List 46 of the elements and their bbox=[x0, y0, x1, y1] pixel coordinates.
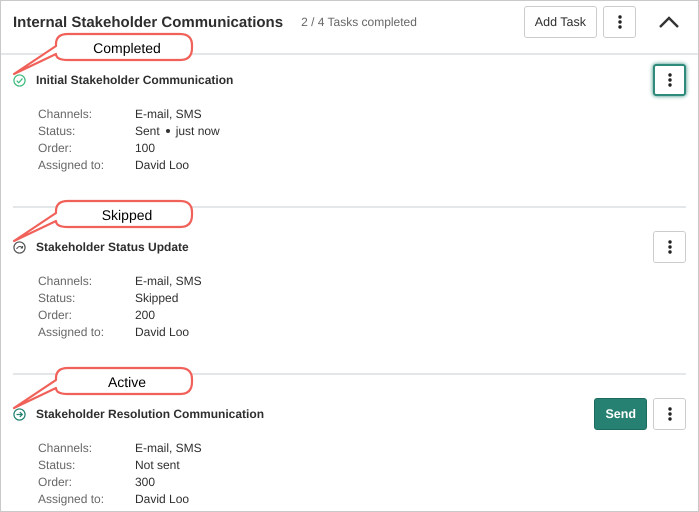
field-label: Order: bbox=[38, 474, 74, 490]
task-title: Stakeholder Resolution Communication bbox=[36, 407, 264, 421]
separator-dot bbox=[166, 129, 170, 133]
field-value: E-mail, SMS bbox=[135, 106, 202, 122]
field-value: David Loo bbox=[135, 157, 190, 173]
progress-text: 2 / 4 Tasks completed bbox=[301, 15, 417, 29]
field-label: Channels: bbox=[38, 273, 94, 289]
field-label: Order: bbox=[38, 140, 74, 156]
field-value: 100 bbox=[135, 140, 156, 156]
send-button[interactable]: Send bbox=[594, 398, 647, 430]
field-label: Assigned to: bbox=[38, 157, 106, 173]
more-icon bbox=[668, 240, 672, 254]
field-label: Assigned to: bbox=[38, 491, 106, 507]
add-task-button[interactable]: Add Task bbox=[524, 6, 597, 38]
field-value: Not sent bbox=[135, 457, 180, 473]
field-value: E-mail, SMS bbox=[135, 440, 202, 456]
callout-label: Active bbox=[106, 374, 148, 390]
field-label: Status: bbox=[38, 123, 76, 139]
field-value: 200 bbox=[135, 307, 156, 323]
task-title: Stakeholder Status Update bbox=[36, 240, 189, 254]
field-value: E-mail, SMS bbox=[135, 273, 202, 289]
more-icon bbox=[618, 15, 622, 29]
more-menu-button[interactable] bbox=[653, 398, 686, 430]
field-label: Status: bbox=[38, 457, 76, 473]
field-label: Status: bbox=[38, 290, 76, 306]
field-label: Channels: bbox=[38, 106, 94, 122]
field-label: Order: bbox=[38, 307, 74, 323]
collapse-button[interactable] bbox=[658, 15, 680, 29]
more-menu-button[interactable] bbox=[603, 6, 636, 38]
time-text: just now bbox=[176, 123, 220, 139]
field-label: Channels: bbox=[38, 440, 94, 456]
chevron-icon bbox=[658, 15, 680, 29]
more-icon bbox=[668, 73, 672, 87]
field-value: David Loo bbox=[135, 491, 190, 507]
callout-label: Skipped bbox=[100, 207, 154, 223]
field-value: David Loo bbox=[135, 324, 190, 340]
callout-label: Completed bbox=[92, 40, 162, 56]
field-value: Sent bbox=[135, 123, 160, 139]
task-title: Initial Stakeholder Communication bbox=[36, 73, 234, 87]
more-icon bbox=[668, 407, 672, 421]
more-menu-button[interactable] bbox=[653, 64, 686, 96]
more-menu-button[interactable] bbox=[653, 231, 686, 263]
field-value: 300 bbox=[135, 474, 156, 490]
field-value: Skipped bbox=[135, 290, 178, 306]
card-title: Internal Stakeholder Communications bbox=[13, 14, 284, 30]
field-label: Assigned to: bbox=[38, 324, 106, 340]
